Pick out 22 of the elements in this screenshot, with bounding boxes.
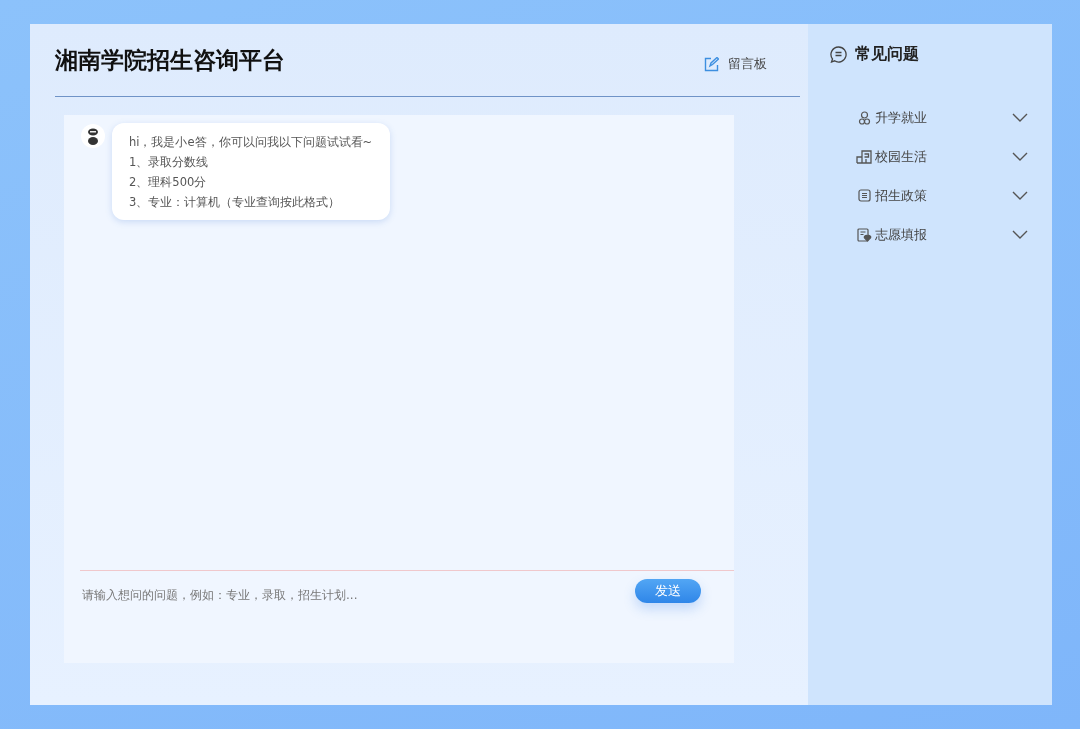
robot-avatar-icon <box>80 123 106 149</box>
sidebar-title: 常见问题 <box>855 44 919 65</box>
building-icon <box>856 149 873 164</box>
message-line: 2、理科500分 <box>129 174 208 191</box>
message-board-link[interactable]: 留言板 <box>704 47 767 73</box>
message-line: hi，我是小e答，你可以问我以下问题试试看~ <box>129 134 373 151</box>
person-icon <box>858 110 871 125</box>
message-line: 3、专业：计算机（专业查询按此格式） <box>129 194 342 211</box>
chevron-icon[interactable] <box>1012 113 1028 122</box>
chevron-icon[interactable] <box>1012 152 1028 161</box>
faq-item[interactable]: 升学就业 <box>875 108 1012 127</box>
message-line: 1、录取分数线 <box>129 154 210 171</box>
document-icon <box>858 189 871 202</box>
faq-item[interactable]: 校园生活 <box>875 147 1012 166</box>
question-input-field[interactable]: 请输入想问的问题，例如：专业，录取，招生计划... <box>80 588 635 602</box>
page-title: 湘南学院招生咨询平台 <box>55 45 286 75</box>
chevron-icon[interactable] <box>1012 191 1028 200</box>
chevron-icon[interactable] <box>1012 230 1028 239</box>
edit-icon <box>704 56 719 72</box>
chat-bubble-icon <box>830 46 847 63</box>
faq-item[interactable]: 招生政策 <box>875 186 1012 205</box>
faq-item[interactable]: 志愿填报 <box>875 225 1012 244</box>
